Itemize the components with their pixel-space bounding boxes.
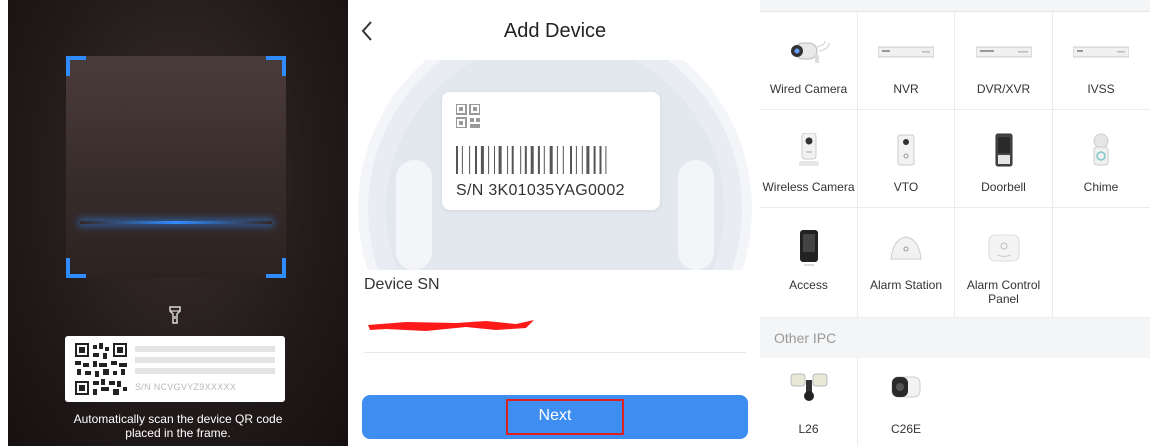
sample-device-label: S/N NCVGVYZ9XXXXX — [65, 336, 285, 402]
frame-corner-top-right — [266, 56, 286, 76]
device-option-label: NVR — [893, 82, 919, 96]
vto-icon — [858, 130, 955, 170]
device-option-label: C26E — [890, 422, 922, 436]
chime-icon — [1053, 130, 1150, 170]
device-option-access[interactable]: Access — [760, 208, 858, 318]
device-option-l26[interactable]: L26 — [760, 358, 858, 446]
cube-camera-icon — [858, 368, 955, 408]
sn-input-underline — [364, 352, 746, 353]
device-option-label: IVSS — [1087, 82, 1115, 96]
device-option-doorbell[interactable]: Doorbell — [955, 110, 1053, 208]
frame-corner-bottom-left — [66, 258, 86, 278]
device-option-label: L26 — [798, 422, 819, 436]
device-option-label: Alarm Station — [869, 278, 943, 292]
device-type-grid-screen: Wired Camera NVR DVR/XVR IVSS Wireless C… — [760, 0, 1150, 446]
device-slot-left — [396, 160, 432, 270]
doorbell-icon — [955, 130, 1052, 170]
frame-corner-bottom-right — [266, 258, 286, 278]
redacted-sn-input-value[interactable] — [366, 318, 536, 334]
header: Add Device — [350, 0, 760, 60]
label-placeholder-lines — [135, 346, 275, 379]
qr-code-icon — [75, 343, 127, 395]
device-option-label: Wireless Camera — [762, 180, 855, 194]
scan-hint-line-1: Automatically scan the device QR code — [73, 412, 283, 426]
flashlight-icon[interactable] — [168, 306, 182, 324]
device-option-label: Doorbell — [981, 180, 1026, 194]
alarm-station-icon — [858, 228, 955, 268]
qr-code-icon — [455, 103, 481, 129]
scan-frame — [66, 56, 286, 278]
device-option-wired-camera[interactable]: Wired Camera — [760, 12, 858, 110]
access-control-icon — [760, 228, 857, 268]
device-option-nvr[interactable]: NVR — [857, 12, 955, 110]
bullet-camera-icon — [760, 32, 857, 72]
device-slot-right — [678, 160, 714, 270]
device-option-ivss[interactable]: IVSS — [1052, 12, 1150, 110]
device-option-dvr-xvr[interactable]: DVR/XVR — [955, 12, 1053, 110]
qr-scanner-screen: S/N NCVGVYZ9XXXXX Automatically scan the… — [8, 0, 348, 446]
screenshot-composite: S/N NCVGVYZ9XXXXX Automatically scan the… — [0, 0, 1150, 446]
scan-hint: Automatically scan the device QR code pl… — [8, 412, 348, 440]
dvr-recorder-icon — [955, 32, 1052, 72]
sample-sn-value: S/N 3K01035YAG0002 — [456, 182, 625, 199]
grid-top-strip — [760, 0, 1150, 12]
device-sn-illustration: S/N 3K01035YAG0002 — [350, 60, 760, 270]
scan-hint-line-2: placed in the frame. — [125, 426, 231, 440]
barcode-icon — [456, 146, 607, 174]
floodlight-camera-icon — [760, 368, 857, 408]
page-title: Add Device — [503, 20, 607, 42]
next-button[interactable]: Next — [362, 395, 748, 439]
next-button-label: Next — [538, 407, 572, 424]
device-option-chime[interactable]: Chime — [1052, 110, 1150, 208]
device-option-alarm-control-panel[interactable]: Alarm Control Panel — [955, 208, 1053, 318]
add-device-screen: Add Device S/N 3K01035YAG0002 Device SN … — [350, 0, 760, 446]
scan-line — [80, 221, 272, 224]
device-option-label: Chime — [1083, 180, 1119, 194]
sample-sn-text: S/N NCVGVYZ9XXXXX — [135, 382, 237, 392]
device-sn-label: Device SN — [364, 276, 440, 293]
device-option-label: Access — [789, 278, 828, 292]
sn-sticker: S/N 3K01035YAG0002 — [442, 92, 660, 210]
device-option-label: Alarm Control Panel — [966, 278, 1041, 306]
frame-corner-top-left — [66, 56, 86, 76]
device-option-alarm-station[interactable]: Alarm Station — [857, 208, 955, 318]
device-option-label: VTO — [893, 180, 919, 194]
empty-cell — [1052, 208, 1150, 318]
section-header-other-ipc: Other IPC — [760, 318, 1150, 358]
device-option-label: Wired Camera — [769, 82, 848, 96]
ivss-recorder-icon — [1053, 32, 1150, 72]
device-option-vto[interactable]: VTO — [857, 110, 955, 208]
alarm-control-panel-icon — [955, 228, 1052, 268]
device-option-label: DVR/XVR — [976, 82, 1031, 96]
device-option-c26e[interactable]: C26E — [858, 358, 956, 446]
device-option-wireless-camera[interactable]: Wireless Camera — [760, 110, 858, 208]
section-title: Other IPC — [774, 330, 837, 346]
wireless-camera-icon — [760, 130, 857, 170]
nvr-recorder-icon — [858, 32, 955, 72]
